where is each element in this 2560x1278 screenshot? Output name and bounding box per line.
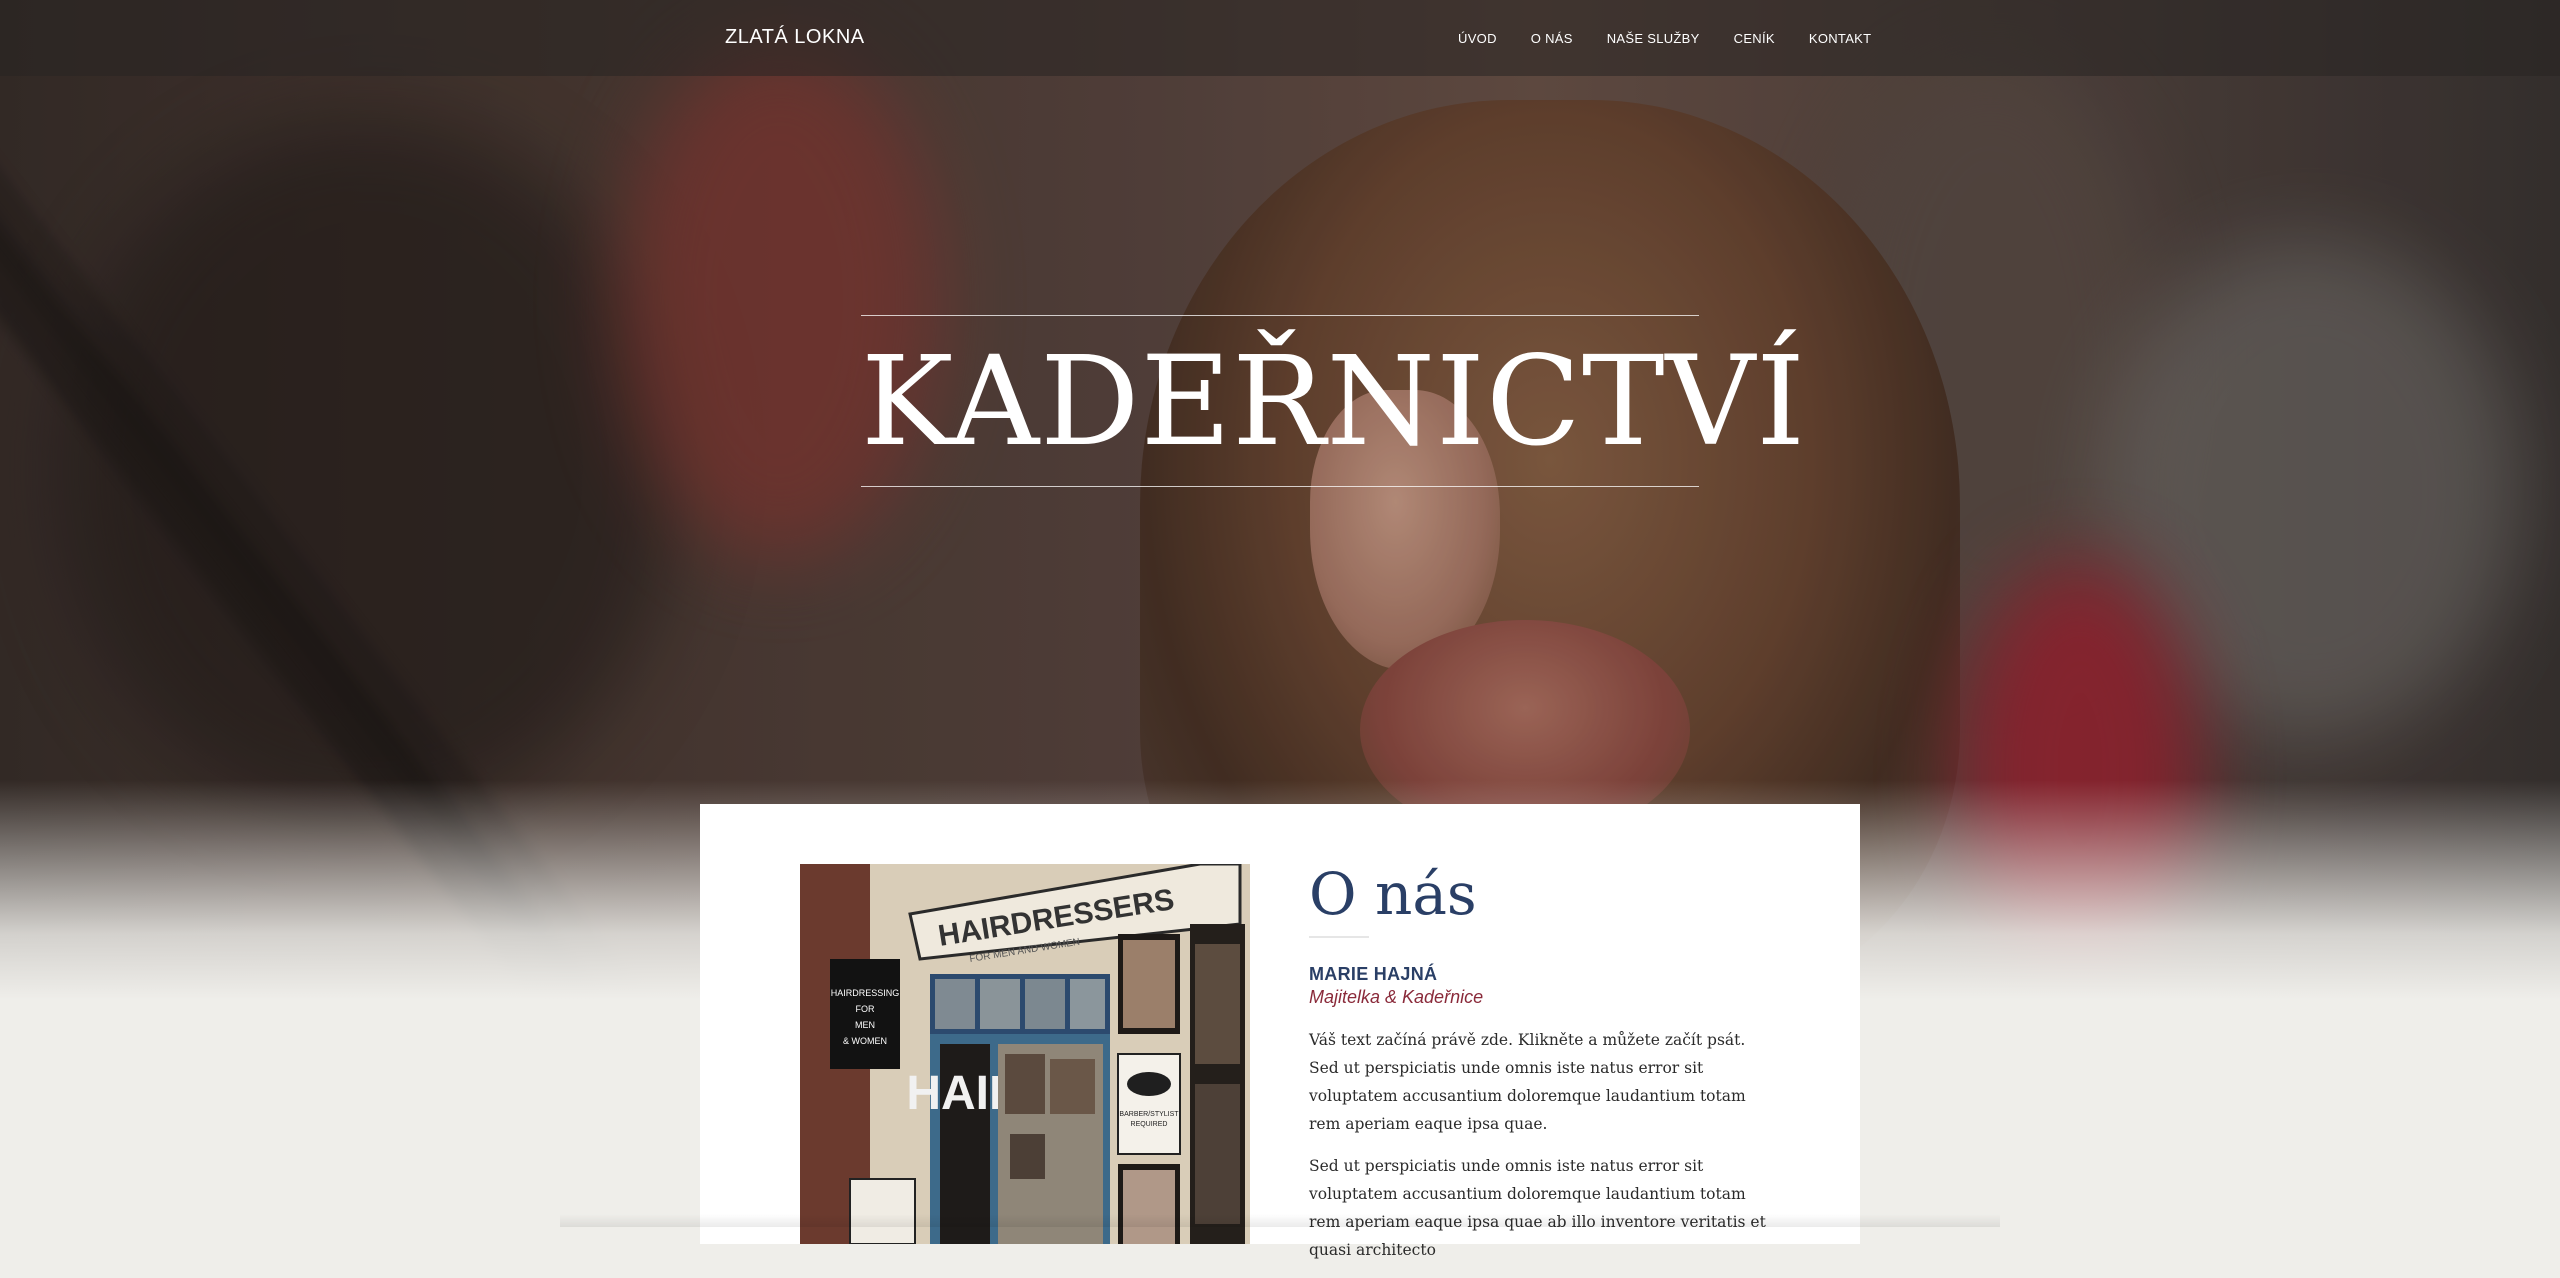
salon-photo: HAIRDRESSERS FOR MEN AND WOMEN HAIRDRESS… bbox=[800, 864, 1250, 1244]
brand-logo[interactable]: ZLATÁ LOKNA bbox=[725, 26, 865, 49]
navbar: ZLATÁ LOKNA ÚVOD O NÁS NAŠE SLUŽBY CENÍK… bbox=[0, 0, 2560, 76]
photo-window-notice-line: BARBER/STYLIST bbox=[1119, 1111, 1179, 1118]
hero-title-block: KADEŘNICTVÍ bbox=[861, 315, 1807, 487]
about-paragraph: Sed ut perspiciatis unde omnis iste natu… bbox=[1309, 1157, 1766, 1259]
hero-rule-bottom bbox=[861, 486, 1699, 487]
photo-window-notice-line: REQUIRED bbox=[1131, 1121, 1168, 1128]
about-title-rule bbox=[1309, 936, 1369, 938]
about-paragraph: Váš text začíná právě zde. Klikněte a mů… bbox=[1309, 1031, 1746, 1133]
photo-hanging-sign-line: FOR bbox=[856, 1004, 875, 1014]
main-nav: ÚVOD O NÁS NAŠE SLUŽBY CENÍK KONTAKT bbox=[1458, 0, 1871, 76]
photo-hanging-sign-line: MEN bbox=[855, 1020, 875, 1030]
about-section: HAIRDRESSERS FOR MEN AND WOMEN HAIRDRESS… bbox=[700, 804, 1860, 1259]
nav-item-o-nas[interactable]: O NÁS bbox=[1531, 31, 1573, 46]
nav-item-uvod[interactable]: ÚVOD bbox=[1458, 31, 1497, 46]
section-shadow bbox=[560, 1214, 2000, 1227]
nav-item-nase-sluzby[interactable]: NAŠE SLUŽBY bbox=[1607, 31, 1700, 46]
salon-photo-illustration: HAIRDRESSERS FOR MEN AND WOMEN HAIRDRESS… bbox=[800, 864, 1250, 1244]
nav-item-kontakt[interactable]: KONTAKT bbox=[1809, 31, 1872, 46]
owner-name: MARIE HAJNÁ bbox=[1309, 964, 1438, 984]
nav-item-cenik[interactable]: CENÍK bbox=[1734, 31, 1775, 46]
hero-title: KADEŘNICTVÍ bbox=[861, 330, 1807, 474]
owner-role: Majitelka & Kadeřnice bbox=[1309, 987, 1484, 1007]
photo-hanging-sign-line: & WOMEN bbox=[843, 1036, 887, 1046]
about-title: O nás bbox=[1309, 860, 1477, 928]
about-text: Váš text začíná právě zde. Klikněte a mů… bbox=[1309, 1026, 1779, 1278]
photo-hanging-sign-line: HAIRDRESSING bbox=[831, 988, 900, 998]
